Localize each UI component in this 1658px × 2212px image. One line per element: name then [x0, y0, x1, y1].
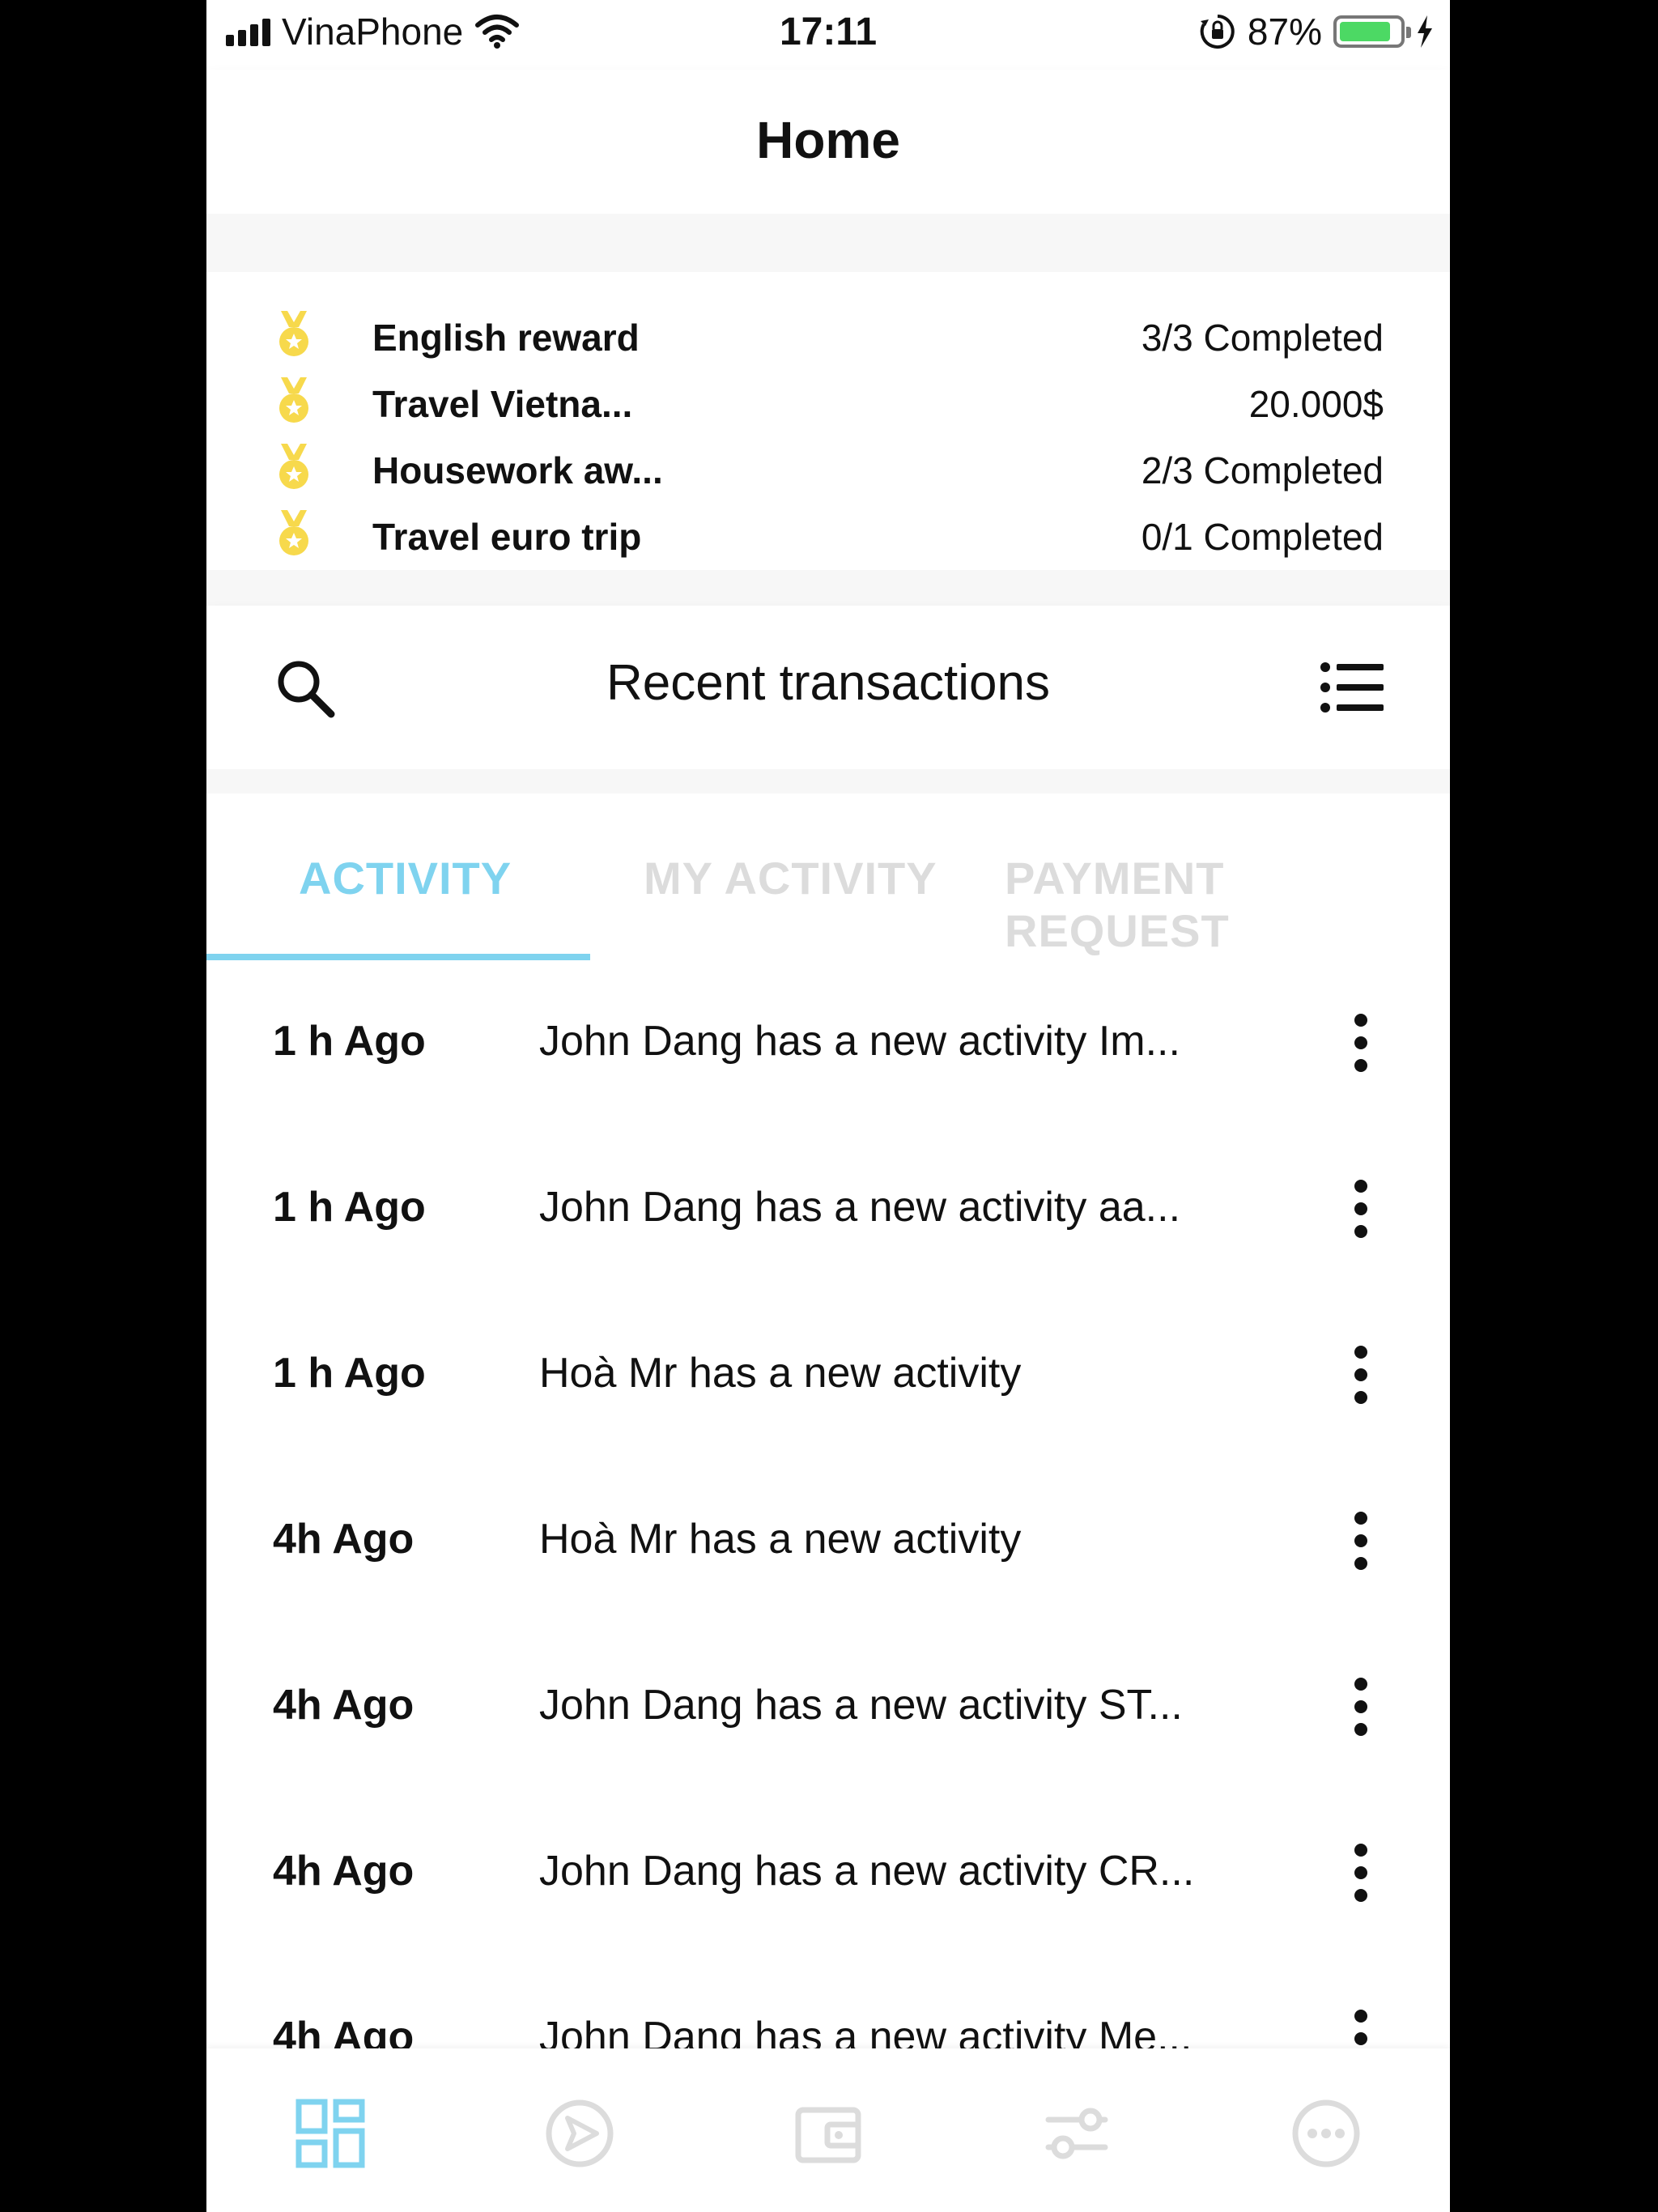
more-vertical-icon[interactable] — [1353, 1512, 1369, 1570]
list-item[interactable]: 1 h Ago John Dang has a new activity aa.… — [206, 1126, 1450, 1292]
reward-status: 0/1 Completed — [1141, 516, 1384, 558]
transaction-list[interactable]: 1 h Ago John Dang has a new activity Im.… — [206, 960, 1450, 2048]
item-time: 4h Ago — [273, 1682, 414, 1729]
rewards-summary: English reward 3/3 Completed Travel Viet… — [206, 272, 1450, 570]
send-icon[interactable] — [543, 2097, 616, 2170]
transfer-icon[interactable] — [1040, 2097, 1113, 2170]
item-time: 4h Ago — [273, 1848, 414, 1895]
more-vertical-icon[interactable] — [1353, 1346, 1369, 1404]
item-text: John Dang has a new activity CR... — [539, 1848, 1195, 1895]
section-title: Recent transactions — [606, 655, 1050, 711]
item-time: 1 h Ago — [273, 1018, 426, 1065]
reward-status: 2/3 Completed — [1141, 449, 1384, 491]
item-text: Hoà Mr has a new activity — [539, 1516, 1022, 1563]
reward-name: Travel Vietna... — [372, 383, 633, 425]
divider — [206, 214, 1450, 272]
tab-my-activity[interactable]: MY ACTIVITY — [644, 852, 937, 904]
status-bar: VinaPhone 17:11 87% — [206, 0, 1450, 70]
item-time: 4h Ago — [273, 1516, 414, 1563]
page-title: Home — [756, 111, 900, 169]
divider — [206, 570, 1450, 606]
list-item[interactable]: 1 h Ago John Dang has a new activity Im.… — [206, 960, 1450, 1126]
active-tab-indicator — [206, 954, 590, 960]
battery-percent: 87% — [1247, 11, 1322, 53]
medal-icon — [279, 311, 308, 356]
rotation-lock-icon — [1200, 15, 1235, 49]
more-vertical-icon[interactable] — [1353, 1180, 1369, 1238]
list-item[interactable]: 4h Ago John Dang has a new activity ST..… — [206, 1624, 1450, 1790]
reward-row[interactable]: Housework aw... 2/3 Completed — [206, 434, 1450, 500]
tab-payment-request[interactable]: PAYMENT REQUEST — [1005, 852, 1450, 957]
wallet-icon[interactable] — [792, 2097, 865, 2170]
dashboard-icon[interactable] — [294, 2097, 367, 2170]
reward-name: Travel euro trip — [372, 516, 642, 558]
medal-icon — [279, 377, 308, 423]
charging-bolt-icon — [1418, 15, 1432, 48]
medal-icon — [279, 444, 308, 489]
reward-status: 3/3 Completed — [1141, 317, 1384, 359]
list-item[interactable]: 4h Ago Hoà Mr has a new activity — [206, 1458, 1450, 1624]
bottom-navigation — [206, 2048, 1450, 2212]
reward-name: Housework aw... — [372, 449, 663, 491]
list-item[interactable]: 4h Ago John Dang has a new activity Me..… — [206, 1956, 1450, 2048]
item-text: John Dang has a new activity Im... — [539, 1018, 1180, 1065]
list-item[interactable]: 1 h Ago Hoà Mr has a new activity — [206, 1292, 1450, 1458]
list-item[interactable]: 4h Ago John Dang has a new activity CR..… — [206, 1790, 1450, 1956]
item-text: John Dang has a new activity ST... — [539, 1682, 1183, 1729]
item-time: 1 h Ago — [273, 1350, 426, 1397]
more-vertical-icon[interactable] — [1353, 1844, 1369, 1902]
battery-icon — [1333, 15, 1411, 48]
tab-bar: ACTIVITY MY ACTIVITY PAYMENT REQUEST — [206, 793, 1450, 960]
reward-status: 20.000$ — [1248, 383, 1384, 425]
item-time: 4h Ago — [273, 2014, 414, 2048]
reward-row[interactable]: Travel Vietna... 20.000$ — [206, 368, 1450, 434]
medal-icon — [279, 510, 308, 555]
reward-name: English reward — [372, 317, 640, 359]
top-navigation-bar: Home — [206, 70, 1450, 214]
more-vertical-icon[interactable] — [1353, 1014, 1369, 1072]
item-text: Hoà Mr has a new activity — [539, 1350, 1022, 1397]
item-time: 1 h Ago — [273, 1184, 426, 1231]
item-text: John Dang has a new activity Me... — [539, 2014, 1192, 2048]
list-icon[interactable] — [1319, 659, 1384, 716]
reward-row[interactable]: English reward 3/3 Completed — [206, 301, 1450, 368]
more-vertical-icon[interactable] — [1353, 1678, 1369, 1736]
divider — [206, 769, 1450, 793]
reward-row[interactable]: Travel euro trip 0/1 Completed — [206, 500, 1450, 567]
more-vertical-icon[interactable] — [1353, 2010, 1369, 2048]
recent-transactions-header: Recent transactions — [206, 606, 1450, 769]
more-icon[interactable] — [1290, 2097, 1363, 2170]
tab-activity[interactable]: ACTIVITY — [299, 852, 512, 904]
item-text: John Dang has a new activity aa... — [539, 1184, 1181, 1231]
phone-screen: VinaPhone 17:11 87% Home English reward … — [206, 0, 1450, 2212]
